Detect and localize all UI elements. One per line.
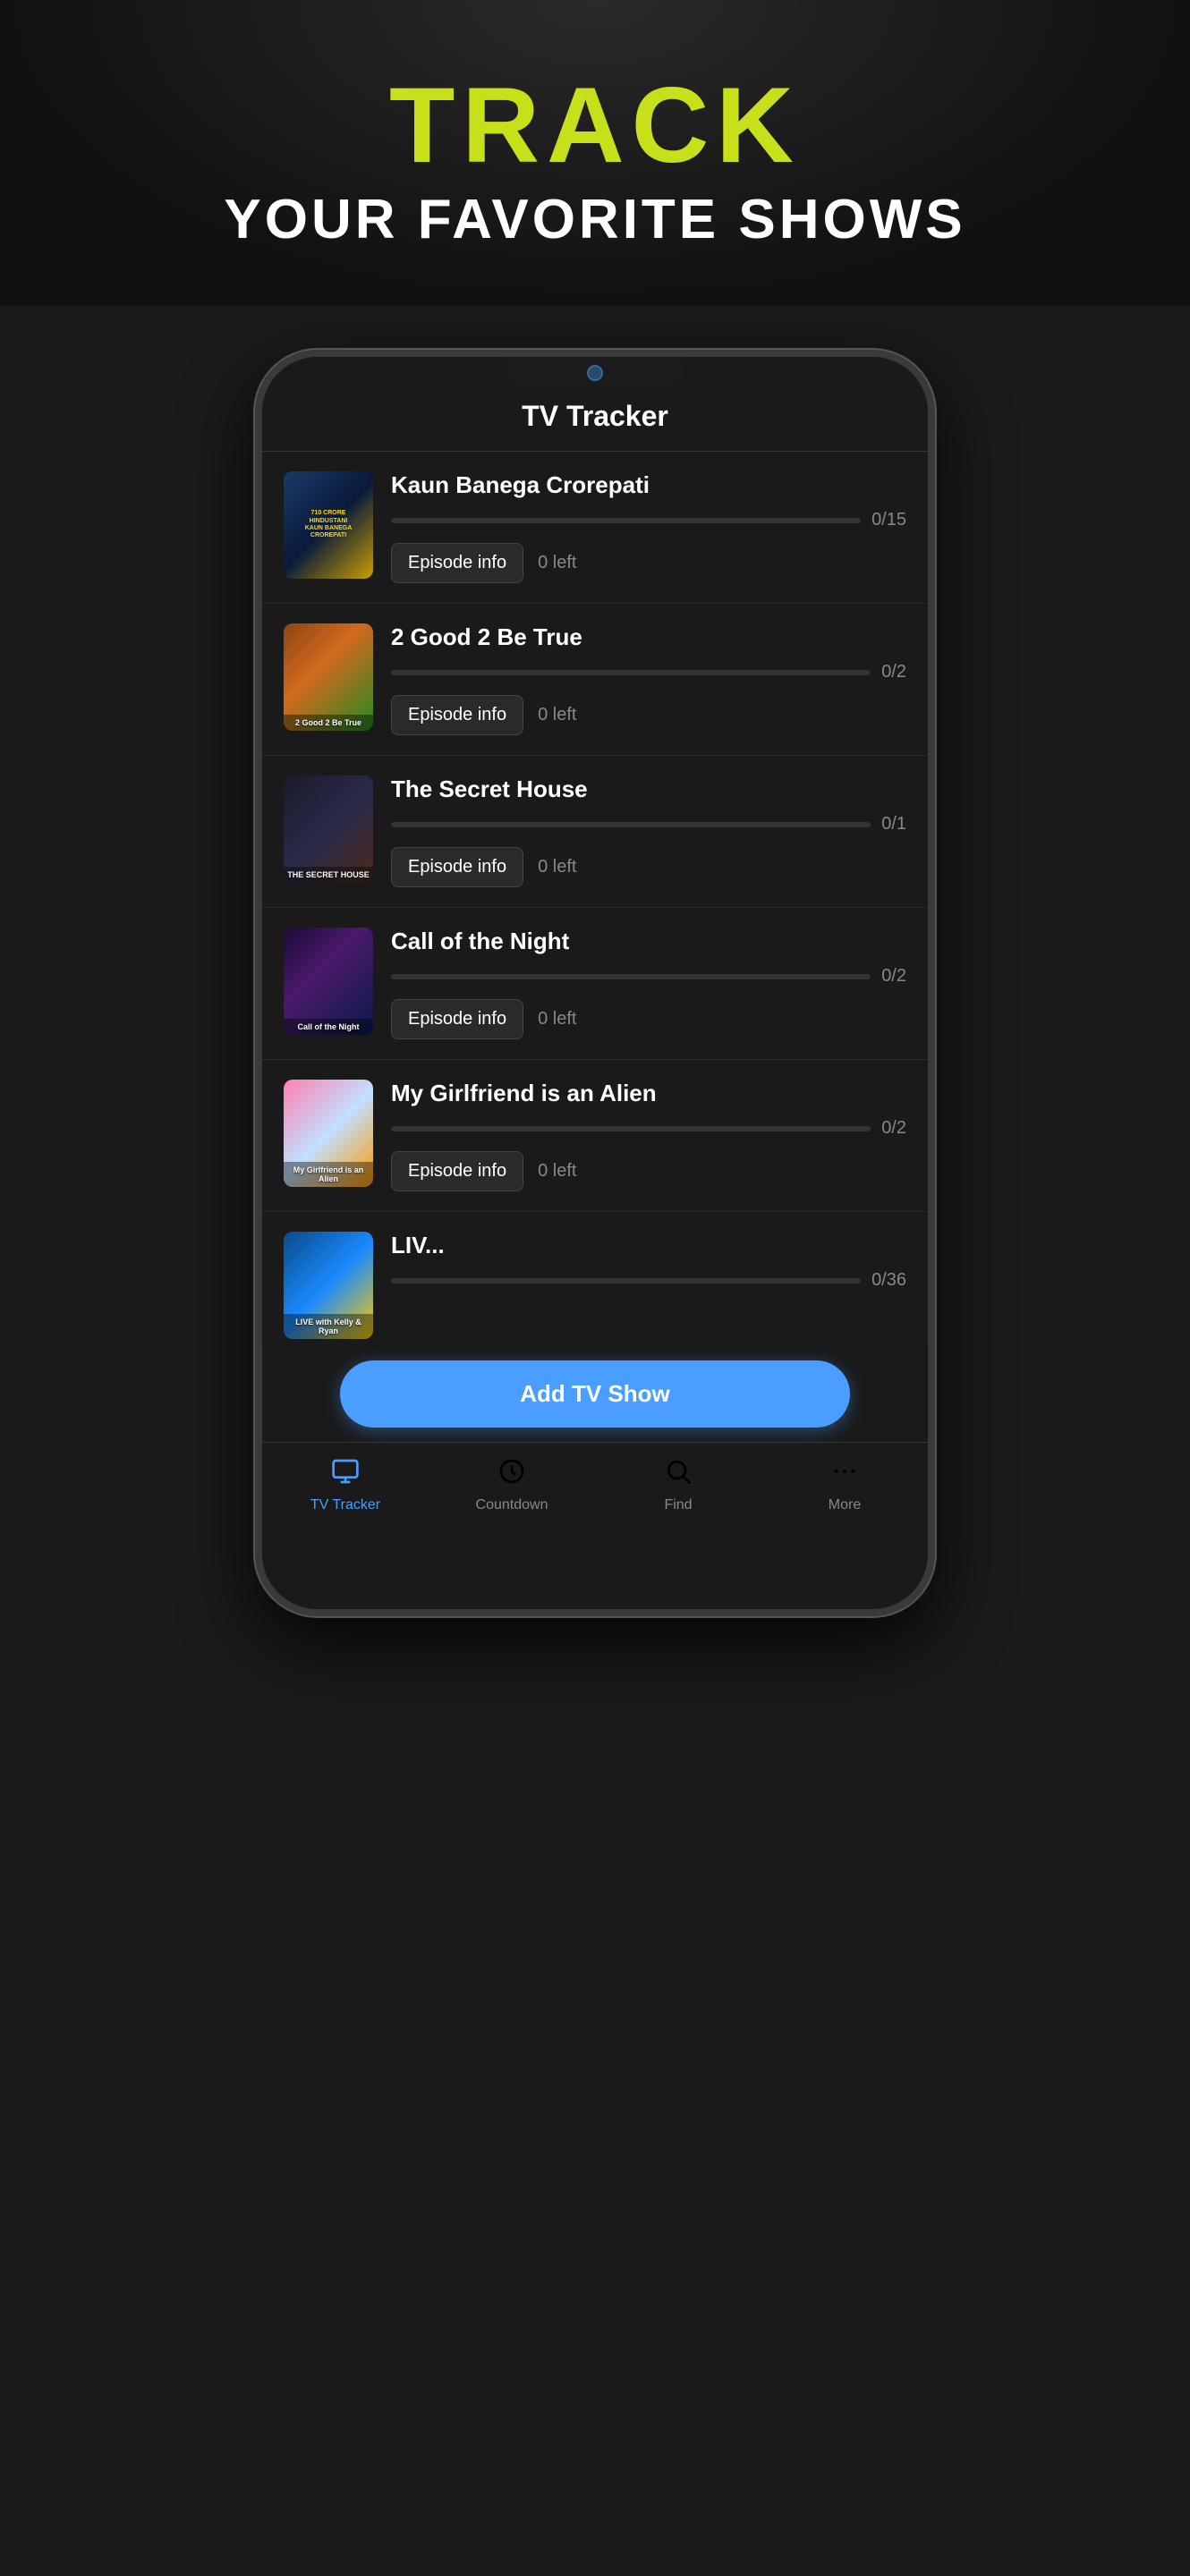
show-name-kbc: Kaun Banega Crorepati <box>391 471 906 499</box>
episodes-left-call: 0 left <box>538 1009 576 1030</box>
list-item: 2 Good 2 Be True 2 Good 2 Be True 0/2 Ep… <box>262 604 928 756</box>
episode-row-secret: Episode info 0 left <box>391 847 906 887</box>
show-info-call: Call of the Night 0/2 Episode info 0 lef… <box>391 928 906 1039</box>
episode-row-alien: Episode info 0 left <box>391 1151 906 1191</box>
progress-count-call: 0/2 <box>881 966 906 987</box>
show-thumbnail-alien[interactable]: My Girlfriend is an Alien <box>284 1080 373 1187</box>
show-thumbnail-kbc[interactable]: 710 CROREHINDUSTANIKAUN BANEGACROREPATI <box>284 471 373 579</box>
nav-item-tracker[interactable]: TV Tracker <box>262 1457 429 1513</box>
progress-bar-bg-alien <box>391 1126 871 1131</box>
progress-bar-bg-kbc <box>391 518 861 523</box>
list-item: Call of the Night Call of the Night 0/2 … <box>262 908 928 1060</box>
progress-bar-bg-2good <box>391 670 871 675</box>
show-name-2good: 2 Good 2 Be True <box>391 623 906 651</box>
show-info-live: LIV... 0/36 <box>391 1232 906 1303</box>
show-info-kbc: Kaun Banega Crorepati 0/15 Episode info … <box>391 471 906 583</box>
bottom-nav: TV Tracker Countdown <box>262 1442 928 1535</box>
phone-screen: TV Tracker 710 CROREHINDUSTANIKAUN BANEG… <box>262 357 928 1609</box>
show-name-alien: My Girlfriend is an Alien <box>391 1080 906 1107</box>
progress-bar-bg-live <box>391 1278 861 1284</box>
show-name-secret: The Secret House <box>391 775 906 803</box>
add-show-btn-container: Add TV Show <box>262 1346 928 1442</box>
episode-row-call: Episode info 0 left <box>391 999 906 1039</box>
phone-notch <box>506 357 684 389</box>
nav-label-find: Find <box>664 1497 692 1513</box>
progress-count-secret: 0/1 <box>881 814 906 835</box>
show-info-secret: The Secret House 0/1 Episode info 0 left <box>391 775 906 887</box>
episodes-left-secret: 0 left <box>538 857 576 877</box>
episode-info-btn-alien[interactable]: Episode info <box>391 1151 523 1191</box>
show-info-2good: 2 Good 2 Be True 0/2 Episode info 0 left <box>391 623 906 735</box>
show-thumbnail-2good[interactable]: 2 Good 2 Be True <box>284 623 373 731</box>
nav-item-more[interactable]: More <box>761 1457 928 1513</box>
episode-info-btn-kbc[interactable]: Episode info <box>391 543 523 583</box>
episode-info-btn-2good[interactable]: Episode info <box>391 695 523 735</box>
nav-label-countdown: Countdown <box>476 1497 548 1513</box>
progress-row-kbc: 0/15 <box>391 510 906 530</box>
list-item: 710 CROREHINDUSTANIKAUN BANEGACROREPATI … <box>262 452 928 604</box>
show-thumbnail-secret[interactable]: THE SECRET HOUSE <box>284 775 373 883</box>
progress-count-live: 0/36 <box>871 1270 906 1291</box>
hero-section: TRACK YOUR FAVORITE SHOWS <box>0 0 1190 305</box>
show-name-call: Call of the Night <box>391 928 906 955</box>
episode-info-btn-secret[interactable]: Episode info <box>391 847 523 887</box>
progress-count-kbc: 0/15 <box>871 510 906 530</box>
search-icon <box>664 1457 693 1492</box>
episodes-left-kbc: 0 left <box>538 553 576 573</box>
episode-row-kbc: Episode info 0 left <box>391 543 906 583</box>
phone-frame: TV Tracker 710 CROREHINDUSTANIKAUN BANEG… <box>255 350 935 1616</box>
show-info-alien: My Girlfriend is an Alien 0/2 Episode in… <box>391 1080 906 1191</box>
app-title: TV Tracker <box>289 400 901 433</box>
show-list: 710 CROREHINDUSTANIKAUN BANEGACROREPATI … <box>262 452 928 1346</box>
progress-row-secret: 0/1 <box>391 814 906 835</box>
show-name-live: LIV... <box>391 1232 906 1259</box>
progress-row-call: 0/2 <box>391 966 906 987</box>
phone-camera <box>587 365 603 381</box>
thumb-label-kbc: 710 CROREHINDUSTANIKAUN BANEGACROREPATI <box>298 503 360 547</box>
list-item: THE SECRET HOUSE The Secret House 0/1 Ep… <box>262 756 928 908</box>
episodes-left-alien: 0 left <box>538 1161 576 1182</box>
progress-row-live: 0/36 <box>391 1270 906 1291</box>
episode-row-2good: Episode info 0 left <box>391 695 906 735</box>
thumb-label-call: Call of the Night <box>284 1019 373 1035</box>
thumb-label-secret: THE SECRET HOUSE <box>284 867 373 883</box>
nav-item-countdown[interactable]: Countdown <box>429 1457 595 1513</box>
dots-icon <box>830 1457 859 1492</box>
hero-title: TRACK <box>389 72 801 179</box>
hero-subtitle: YOUR FAVORITE SHOWS <box>224 188 965 251</box>
thumb-label-alien: My Girlfriend is an Alien <box>284 1162 373 1187</box>
progress-count-2good: 0/2 <box>881 662 906 682</box>
progress-bar-bg-call <box>391 974 871 979</box>
thumb-label-2good: 2 Good 2 Be True <box>284 715 373 731</box>
show-thumbnail-live[interactable]: LIVE with Kelly & Ryan <box>284 1232 373 1339</box>
progress-count-alien: 0/2 <box>881 1118 906 1139</box>
show-thumbnail-call[interactable]: Call of the Night <box>284 928 373 1035</box>
clock-icon <box>497 1457 526 1492</box>
list-item: LIVE with Kelly & Ryan LIV... 0/36 <box>262 1212 928 1346</box>
nav-item-find[interactable]: Find <box>595 1457 761 1513</box>
thumb-label-live: LIVE with Kelly & Ryan <box>284 1314 373 1339</box>
progress-row-2good: 0/2 <box>391 662 906 682</box>
nav-label-tracker: TV Tracker <box>310 1497 380 1513</box>
progress-bar-bg-secret <box>391 822 871 827</box>
tv-icon <box>331 1457 360 1492</box>
phone-wrapper: TV Tracker 710 CROREHINDUSTANIKAUN BANEG… <box>255 350 935 1616</box>
episode-info-btn-call[interactable]: Episode info <box>391 999 523 1039</box>
episodes-left-2good: 0 left <box>538 705 576 725</box>
nav-label-more: More <box>829 1497 861 1513</box>
add-show-button[interactable]: Add TV Show <box>340 1360 850 1428</box>
list-item: My Girlfriend is an Alien My Girlfriend … <box>262 1060 928 1212</box>
progress-row-alien: 0/2 <box>391 1118 906 1139</box>
